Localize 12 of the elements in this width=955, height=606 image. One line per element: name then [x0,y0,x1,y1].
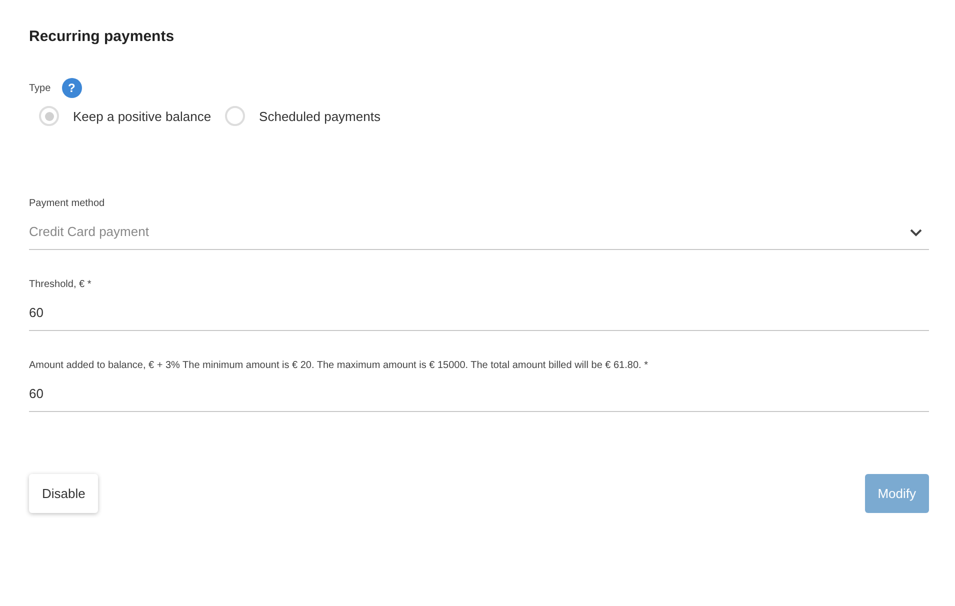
payment-method-dropdown[interactable]: Credit Card payment [29,220,929,250]
disable-button[interactable]: Disable [29,474,98,513]
input-field[interactable]: 60 [29,382,929,412]
field-label: Payment method [29,198,106,209]
field-label: Amount added to balance, € + 3% The minimum amount is € 20. The maximum amount is € 15000. The total amount billed will be € 61.80. * [29,360,649,371]
field-label: Type [29,82,51,94]
radio-option[interactable]: Scheduled payments [225,106,380,126]
radio-option[interactable]: Keep a positive balance [39,106,212,126]
help-icon[interactable]: ? [62,78,82,98]
section-title: Recurring payments [29,28,176,45]
field-label: Threshold, € * [29,279,92,290]
input-field[interactable]: 60 [29,301,929,331]
